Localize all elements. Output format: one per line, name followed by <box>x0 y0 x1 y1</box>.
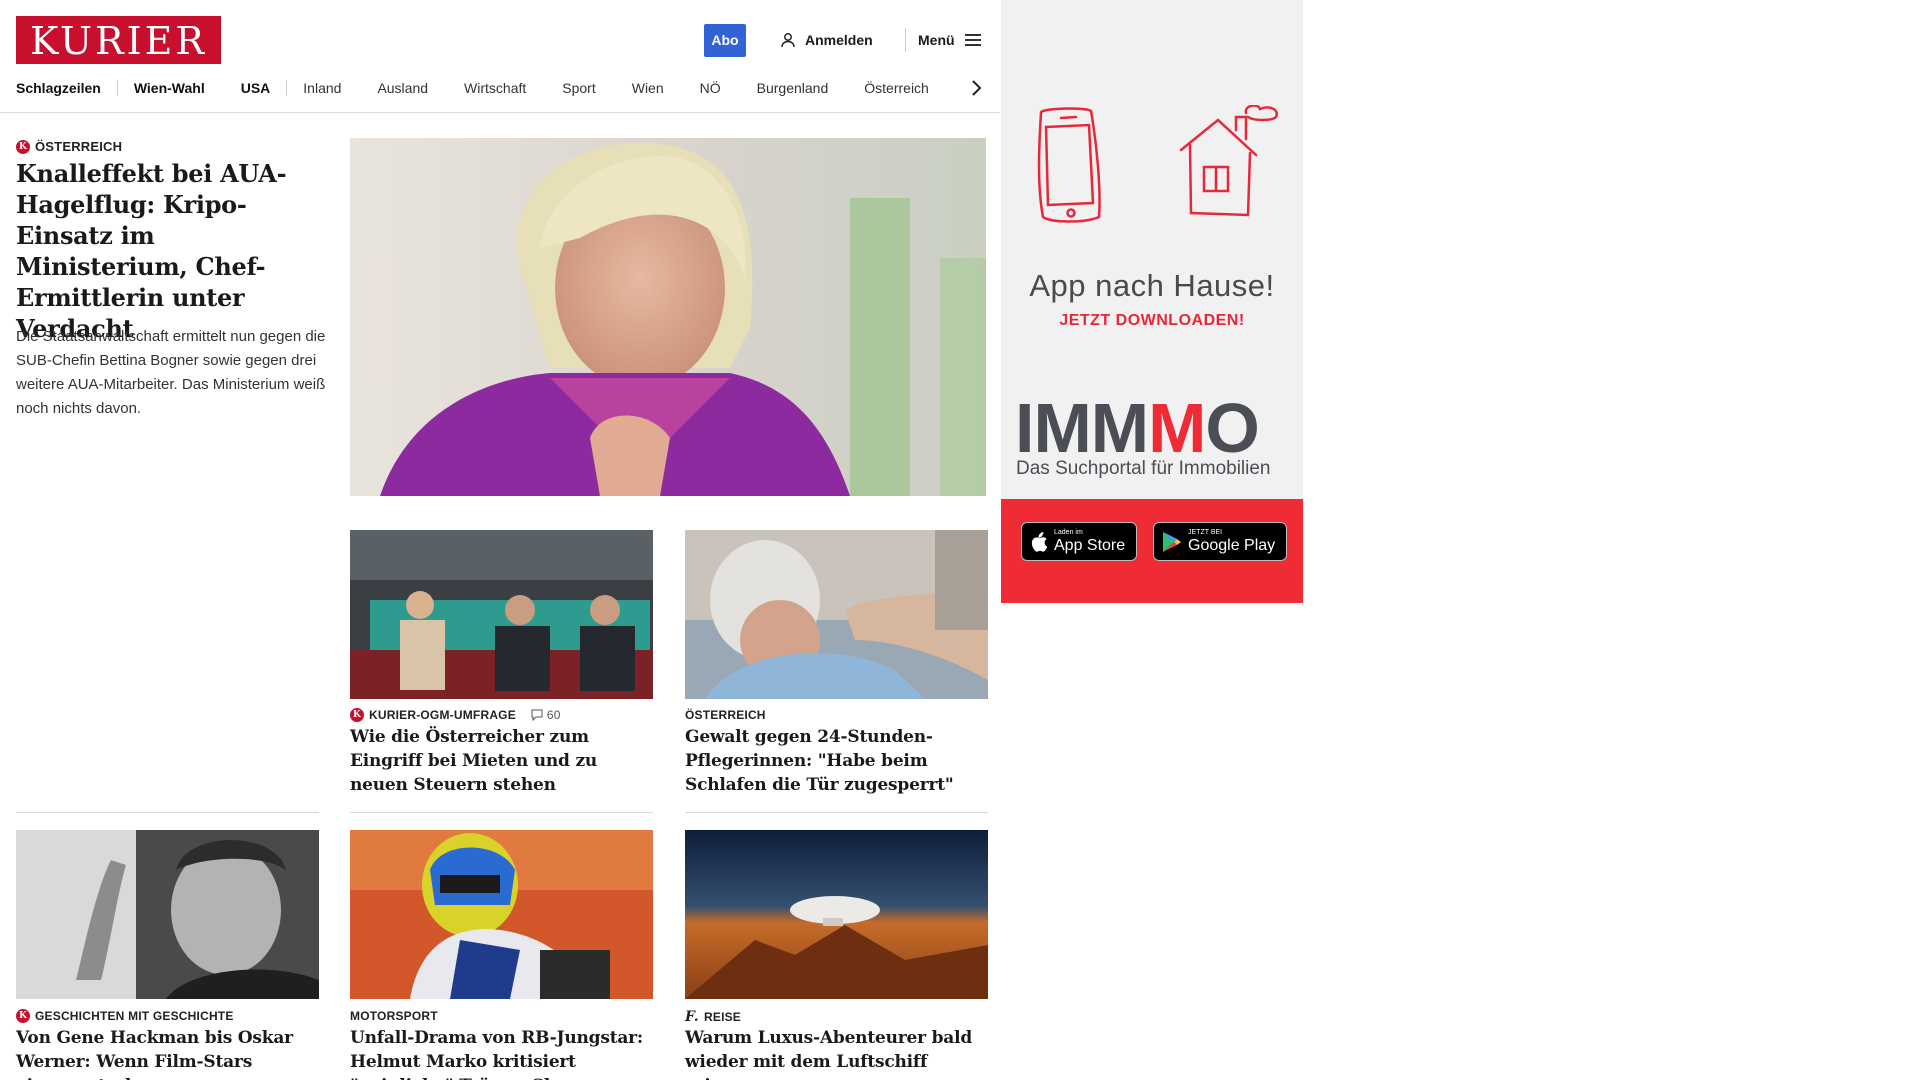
nav-divider <box>116 80 118 96</box>
lead-teaser: Die Staatsanwaltschaft ermittelt nun geg… <box>16 328 326 417</box>
lead-category-label: ÖSTERREICH <box>35 139 123 154</box>
immmo-logo: IMMMO <box>1015 389 1260 467</box>
section-divider <box>16 812 319 813</box>
section-divider <box>685 812 988 813</box>
google-play-button[interactable]: JETZT BEI Google Play <box>1153 522 1287 561</box>
card-image-umfrage[interactable] <box>350 530 653 699</box>
card-headline-pflege[interactable]: Gewalt gegen 24-Stunden-Pflegerinnen: "H… <box>685 725 990 797</box>
card-image-motorsport[interactable] <box>350 830 653 999</box>
menu-label: Menü <box>918 32 955 48</box>
menu-button[interactable]: Menü <box>918 28 981 52</box>
header-divider <box>905 28 906 52</box>
card-category-umfrage[interactable]: K KURIER-OGM-UMFRAGE 60 <box>350 708 561 722</box>
lead-headline[interactable]: Knalleffekt bei AUA-Hagelflug: Kripo-Ein… <box>16 158 316 344</box>
card-image-pflegerinnen[interactable] <box>685 530 988 699</box>
app-store-small: Laden im <box>1054 529 1083 536</box>
nav-item-noe[interactable]: NÖ <box>700 80 721 96</box>
card-category-motorsport[interactable]: MOTORSPORT <box>350 1009 438 1023</box>
comment-count[interactable]: 60 <box>531 708 561 722</box>
card-category-geschichten[interactable]: K GESCHICHTEN MIT GESCHICHTE <box>16 1009 234 1023</box>
card-category-label: REISE <box>704 1010 742 1024</box>
nav-item-oesterreich[interactable]: Österreich <box>864 80 929 96</box>
google-play-icon <box>1163 531 1181 552</box>
nav-item-ausland[interactable]: Ausland <box>377 80 428 96</box>
nav-item-wirtschaft[interactable]: Wirtschaft <box>464 80 526 96</box>
smartphone-icon <box>1037 107 1101 223</box>
ad-subtitle: JETZT DOWNLOADEN! <box>1059 312 1245 329</box>
apple-icon <box>1031 531 1048 552</box>
ad-banner-immmo[interactable]: App nach Hause! JETZT DOWNLOADEN! IMMMO … <box>1001 0 1303 603</box>
nav-item-sport[interactable]: Sport <box>562 80 595 96</box>
comment-count-value: 60 <box>546 708 561 722</box>
nav-divider <box>286 80 288 96</box>
kurier-badge-icon: K <box>16 1009 30 1023</box>
house-icon <box>1179 105 1279 217</box>
immmo-tagline: Das Suchportal für Immobilien <box>1016 458 1271 479</box>
user-icon <box>781 33 795 48</box>
card-category-reise[interactable]: f. REISE <box>685 1009 741 1025</box>
lead-image[interactable] <box>350 138 986 496</box>
kurier-badge-icon: K <box>16 139 30 154</box>
nav-item-wien-wahl[interactable]: Wien-Wahl <box>134 80 205 96</box>
google-play-label: Google Play <box>1188 537 1276 554</box>
section-divider <box>350 812 653 813</box>
hamburger-icon <box>964 34 981 46</box>
app-store-label: App Store <box>1054 537 1126 554</box>
chevron-right-icon[interactable] <box>966 78 986 98</box>
card-image-filmstars[interactable] <box>16 830 319 999</box>
abo-button[interactable]: Abo <box>704 24 746 57</box>
google-play-small: JETZT BEI <box>1188 529 1223 536</box>
card-category-label: MOTORSPORT <box>350 1009 438 1023</box>
login-label: Anmelden <box>805 32 873 48</box>
kurier-logo[interactable]: KURIER <box>16 16 221 64</box>
nav-item-burgenland[interactable]: Burgenland <box>757 80 829 96</box>
app-store-button[interactable]: Laden im App Store <box>1021 522 1137 561</box>
card-headline-umfrage[interactable]: Wie die Österreicher zum Eingriff bei Mi… <box>350 725 655 797</box>
kurier-badge-icon: K <box>350 708 364 722</box>
ad-title: App nach Hause! <box>1029 268 1275 303</box>
comment-icon <box>531 709 543 721</box>
main-nav: Schlagzeilen Wien-Wahl USA Inland Auslan… <box>16 76 929 100</box>
card-headline-motorsport[interactable]: Unfall-Drama von RB-Jungstar: Helmut Mar… <box>350 1026 655 1080</box>
lead-category[interactable]: K ÖSTERREICH <box>16 139 122 154</box>
ad-store-area: Laden im App Store JETZT BEI Google Play <box>1001 499 1303 603</box>
nav-item-usa[interactable]: USA <box>241 80 271 96</box>
card-category-label: ÖSTERREICH <box>685 708 766 722</box>
card-category-pflege[interactable]: ÖSTERREICH <box>685 708 766 722</box>
card-image-luftschiff[interactable] <box>685 830 988 999</box>
card-headline-filmstars[interactable]: Von Gene Hackman bis Oskar Werner: Wenn … <box>16 1026 321 1080</box>
nav-item-schlagzeilen[interactable]: Schlagzeilen <box>16 80 101 96</box>
freizeit-icon: f. <box>685 1009 699 1025</box>
card-headline-luftschiff[interactable]: Warum Luxus-Abenteurer bald wieder mit d… <box>685 1026 990 1080</box>
site-header: KURIER Abo Anmelden Menü Schlagzeilen Wi… <box>0 0 1000 113</box>
nav-item-wien[interactable]: Wien <box>632 80 664 96</box>
nav-item-inland[interactable]: Inland <box>303 80 341 96</box>
card-category-label: KURIER-OGM-UMFRAGE <box>369 708 516 722</box>
login-button[interactable]: Anmelden <box>780 28 873 52</box>
card-category-label: GESCHICHTEN MIT GESCHICHTE <box>35 1009 234 1023</box>
